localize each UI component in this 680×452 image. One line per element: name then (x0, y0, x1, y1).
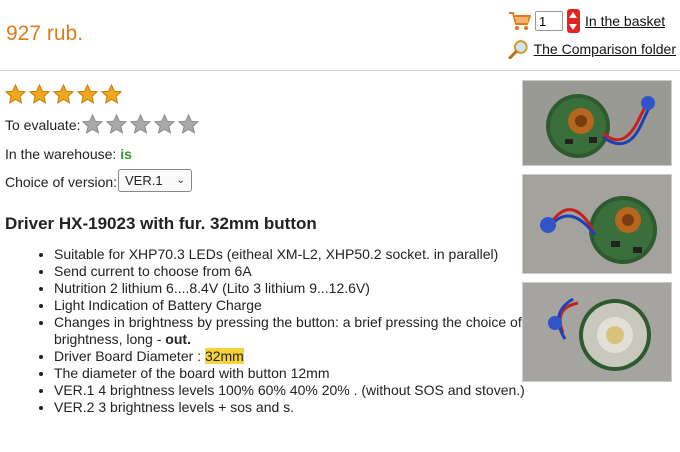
quantity-input[interactable] (535, 11, 563, 31)
warehouse-status: is (120, 146, 132, 162)
feature-text: VER.2 3 brightness levels + sos and s. (54, 399, 295, 415)
rating-star-icon (29, 84, 50, 104)
feature-item: Changes in brightness by pressing the bu… (54, 314, 532, 348)
feature-text: Suitable for XHP70.3 LEDs (eitheal XM-L2… (54, 246, 499, 262)
product-photo-1[interactable] (522, 80, 672, 166)
feature-highlight: 32mm (204, 348, 244, 364)
evaluate-star-icon[interactable] (178, 114, 199, 135)
evaluate-stars[interactable] (82, 114, 202, 135)
feature-text: Send current to choose from 6A (54, 263, 252, 279)
in-the-basket-link[interactable]: In the basket (585, 13, 665, 29)
feature-text: Nutrition 2 lithium 6....8.4V (Lito 3 li… (54, 280, 370, 296)
feature-item: VER.1 4 brightness levels 100% 60% 40% 2… (54, 382, 532, 399)
feature-item: VER.2 3 brightness levels + sos and s. (54, 399, 532, 416)
product-photo-2-image (523, 175, 671, 273)
decrement-arrow[interactable] (569, 24, 577, 30)
product-photo-1-image (523, 81, 671, 165)
feature-text: The diameter of the board with button 12… (54, 365, 330, 381)
up-down-stepper-icon[interactable] (567, 9, 580, 33)
feature-text: VER.1 4 brightness levels 100% 60% 40% 2… (54, 382, 525, 398)
version-selected-value: VER.1 (125, 173, 163, 188)
feature-text: Driver Board Diameter : (54, 348, 205, 364)
basket-row: In the basket (500, 6, 676, 36)
version-label: Choice of version: (5, 174, 118, 190)
feature-list: Suitable for XHP70.3 LEDs (eitheal XM-L2… (22, 246, 532, 416)
product-photo-3[interactable] (522, 282, 672, 382)
evaluate-star-icon[interactable] (130, 114, 151, 135)
comparison-folder-link[interactable]: The Comparison folder (534, 41, 676, 57)
rating-star-icon (77, 84, 98, 104)
price: 927 rub. (6, 22, 84, 45)
increment-arrow[interactable] (569, 12, 577, 18)
feature-item: Nutrition 2 lithium 6....8.4V (Lito 3 li… (54, 280, 532, 297)
chevron-down-icon: ⌄ (176, 175, 185, 186)
product-photo-2[interactable] (522, 174, 672, 274)
product-photo-3-image (523, 283, 671, 381)
warehouse-label: In the warehouse: (5, 146, 117, 162)
feature-emphasis: out. (165, 331, 191, 347)
feature-text: Light Indication of Battery Charge (54, 297, 262, 313)
feature-item: Light Indication of Battery Charge (54, 297, 532, 314)
evaluate-star-icon[interactable] (82, 114, 103, 135)
evaluate-label: To evaluate: (5, 117, 81, 133)
feature-item: Send current to choose from 6A (54, 263, 532, 280)
feature-item: The diameter of the board with button 12… (54, 365, 532, 382)
evaluate-star-icon[interactable] (154, 114, 175, 135)
divider (0, 70, 680, 71)
version-select[interactable]: VER.1 ⌄ (118, 169, 192, 192)
rating-stars (5, 84, 125, 105)
buy-box: In the basket The Comparison folder (500, 6, 676, 62)
product-title: Driver HX-19023 with fur. 32mm button (5, 214, 317, 233)
feature-text: Changes in brightness by pressing the bu… (54, 314, 522, 347)
rating-star-icon (5, 84, 26, 104)
comparison-row: The Comparison folder (500, 36, 676, 62)
rating-star-icon (53, 84, 74, 104)
feature-item: Driver Board Diameter : 32mm (54, 348, 532, 365)
rating-star-icon (101, 84, 122, 104)
evaluate-star-icon[interactable] (106, 114, 127, 135)
magnifier-icon[interactable] (508, 39, 530, 59)
warehouse-row: In the warehouse: is (5, 146, 132, 162)
cart-icon[interactable] (508, 10, 532, 32)
feature-item: Suitable for XHP70.3 LEDs (eitheal XM-L2… (54, 246, 532, 263)
